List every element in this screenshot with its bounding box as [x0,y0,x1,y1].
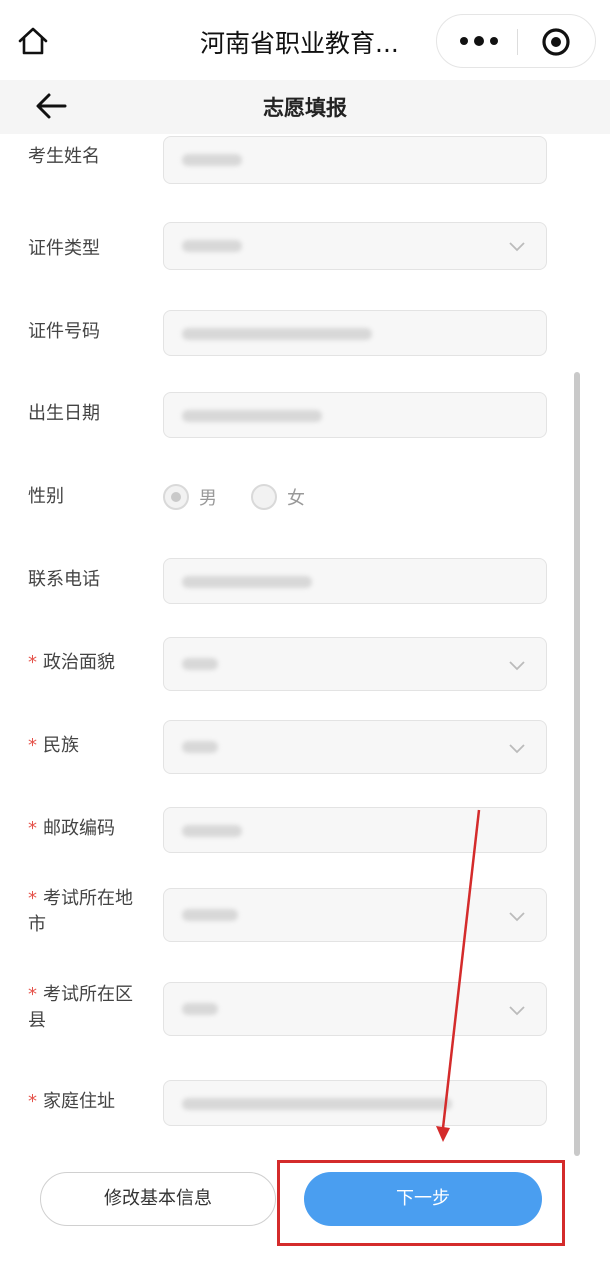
field-label-text: 政治面貌 [43,652,115,673]
target-icon[interactable] [541,27,571,57]
field-label-text: 考试所在区县 [28,984,133,1031]
form-row-exam-district: * 考试所在区县 [0,982,570,1036]
required-mark: * [28,818,37,839]
blurred-value [182,154,242,166]
edit-basic-info-button[interactable]: 修改基本信息 [40,1172,276,1226]
scrollbar[interactable] [574,372,580,1156]
blurred-value [182,328,372,340]
mini-program-topbar: 河南省职业教育... [0,0,610,80]
field-label-text: 家庭住址 [43,1091,115,1112]
chevron-down-icon [509,661,525,671]
form-row-birth-date: 出生日期 [0,392,570,446]
form-row-gender: 性别 男女 [0,482,570,536]
birth-date-field[interactable] [163,392,547,438]
id-number-field[interactable] [163,310,547,356]
app-title: 河南省职业教育... [200,29,399,58]
required-mark: * [28,652,37,673]
form-row-name: 考生姓名 [0,134,570,184]
capsule-divider [517,29,518,55]
phone-field[interactable] [163,558,547,604]
political-status-select[interactable] [163,637,547,691]
screen: 河南省职业教育... 志愿填报 考生姓名 证件类型 证件号码 出生日期 性别 男… [0,0,610,1271]
id-type-select[interactable] [163,222,547,270]
ethnicity-select[interactable] [163,720,547,774]
field-label: * 考试所在区县 [28,982,148,1034]
name-field[interactable] [163,136,547,184]
form-row-postal-code: * 邮政编码 [0,807,570,861]
field-label: * 民族 [28,733,79,759]
field-label: 考生姓名 [28,146,100,167]
field-label: * 家庭住址 [28,1089,115,1115]
form-row-home-address: * 家庭住址 [0,1080,570,1134]
required-mark: * [28,1091,37,1112]
nav-bar: 志愿填报 [0,80,610,134]
postal-code-field[interactable] [163,807,547,853]
required-mark: * [28,735,37,756]
blurred-value [182,1098,452,1110]
field-label: * 政治面貌 [28,650,115,676]
blurred-value [182,240,242,252]
application-form: 考生姓名 证件类型 证件号码 出生日期 性别 男 女 联系电话 * 政治面貌 *… [0,134,610,1154]
chevron-down-icon [509,744,525,754]
gender-radio-group: 男女 [163,484,339,510]
blurred-value [182,741,218,753]
field-label: 联系电话 [28,569,100,590]
required-mark: * [28,984,37,1005]
blurred-value [182,1003,218,1015]
blurred-value [182,909,238,921]
required-mark: * [28,888,37,909]
blurred-value [182,658,218,670]
blurred-value [182,410,322,422]
capsule-menu [436,14,596,68]
form-row-id-type: 证件类型 [0,222,570,276]
chevron-down-icon [509,912,525,922]
radio-male-label: 男 [199,488,217,509]
form-row-exam-city: * 考试所在地市 [0,886,570,942]
field-label-text: 邮政编码 [43,818,115,839]
radio-male[interactable] [163,484,189,510]
blurred-value [182,825,242,837]
radio-female-label: 女 [287,488,305,509]
form-row-id-number: 证件号码 [0,310,570,364]
exam-city-select[interactable] [163,888,547,942]
exam-district-select[interactable] [163,982,547,1036]
form-row-phone: 联系电话 [0,558,570,612]
form-row-ethnicity: * 民族 [0,720,570,774]
radio-female[interactable] [251,484,277,510]
chevron-down-icon [509,1006,525,1016]
home-icon[interactable] [16,24,50,58]
more-dots-icon[interactable] [455,29,503,53]
field-label: 性别 [28,486,64,507]
blurred-value [182,576,312,588]
field-label-text: 民族 [43,735,79,756]
field-label-text: 考试所在地市 [28,888,133,935]
field-label: 证件号码 [28,321,100,342]
next-step-button[interactable]: 下一步 [304,1172,542,1226]
field-label: 出生日期 [28,403,100,424]
chevron-down-icon [509,242,525,252]
field-label: * 邮政编码 [28,816,115,842]
home-address-field[interactable] [163,1080,547,1126]
field-label: 证件类型 [28,238,100,259]
page-title: 志愿填报 [263,96,347,120]
form-row-political-status: * 政治面貌 [0,637,570,691]
field-label: * 考试所在地市 [28,886,148,938]
